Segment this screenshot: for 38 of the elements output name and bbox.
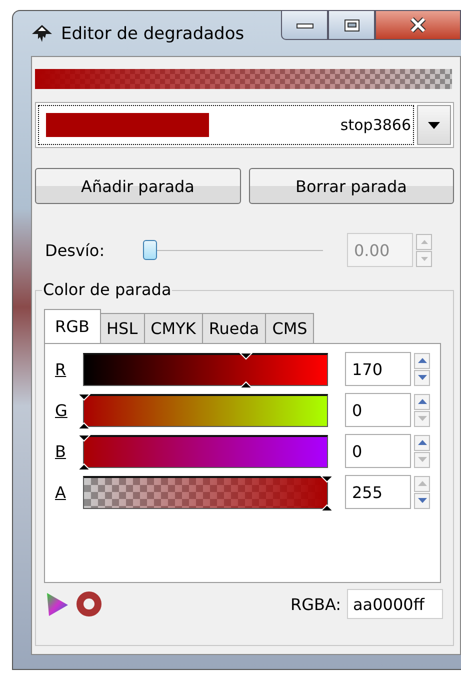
logo-icon (31, 24, 53, 44)
group-title: Color de parada (42, 280, 172, 299)
channel-label: R (55, 360, 68, 378)
channel-field[interactable]: 170 (345, 352, 411, 386)
close-button[interactable] (375, 10, 461, 40)
slider-marker[interactable] (320, 476, 334, 510)
ring-icon[interactable] (76, 591, 102, 617)
stop-dropdown[interactable]: stop3866 (38, 105, 414, 145)
maximize-icon (344, 18, 360, 32)
channel-field[interactable]: 0 (345, 393, 411, 427)
rgba-field[interactable]: aa0000ff (347, 589, 443, 619)
channel-field[interactable]: 255 (345, 475, 411, 509)
tab[interactable]: CMS (265, 313, 314, 343)
channel-slider[interactable] (83, 352, 328, 386)
caret-icon (428, 122, 440, 128)
channel-field[interactable]: 0 (345, 434, 411, 468)
stop-button[interactable]: Añadir parada (35, 168, 240, 204)
slider-marker[interactable] (77, 394, 91, 428)
channel-label: A (55, 482, 67, 502)
close-icon (409, 17, 427, 33)
dropdown-button[interactable] (417, 105, 451, 145)
channel-label: G (55, 400, 68, 420)
minimize-button[interactable] (281, 10, 328, 40)
tab[interactable]: RGB (44, 309, 100, 343)
stop-name: stop3866 (340, 116, 412, 134)
stop-button[interactable]: Borrar parada (248, 168, 454, 204)
rgba-label: RGBA: (290, 594, 341, 614)
triangle-icon[interactable] (44, 591, 70, 617)
slider-marker[interactable] (239, 352, 254, 388)
channel-label: B (55, 442, 67, 460)
tab[interactable]: HSL (100, 313, 145, 343)
slider-marker[interactable] (77, 434, 91, 470)
tab[interactable]: Rueda (202, 313, 266, 343)
minimize-icon (296, 21, 314, 29)
maximize-button[interactable] (328, 10, 375, 40)
offset-label: Desvío: (45, 240, 106, 260)
tab[interactable]: CMYK (144, 313, 203, 343)
window-title: Editor de degradados (61, 24, 244, 44)
